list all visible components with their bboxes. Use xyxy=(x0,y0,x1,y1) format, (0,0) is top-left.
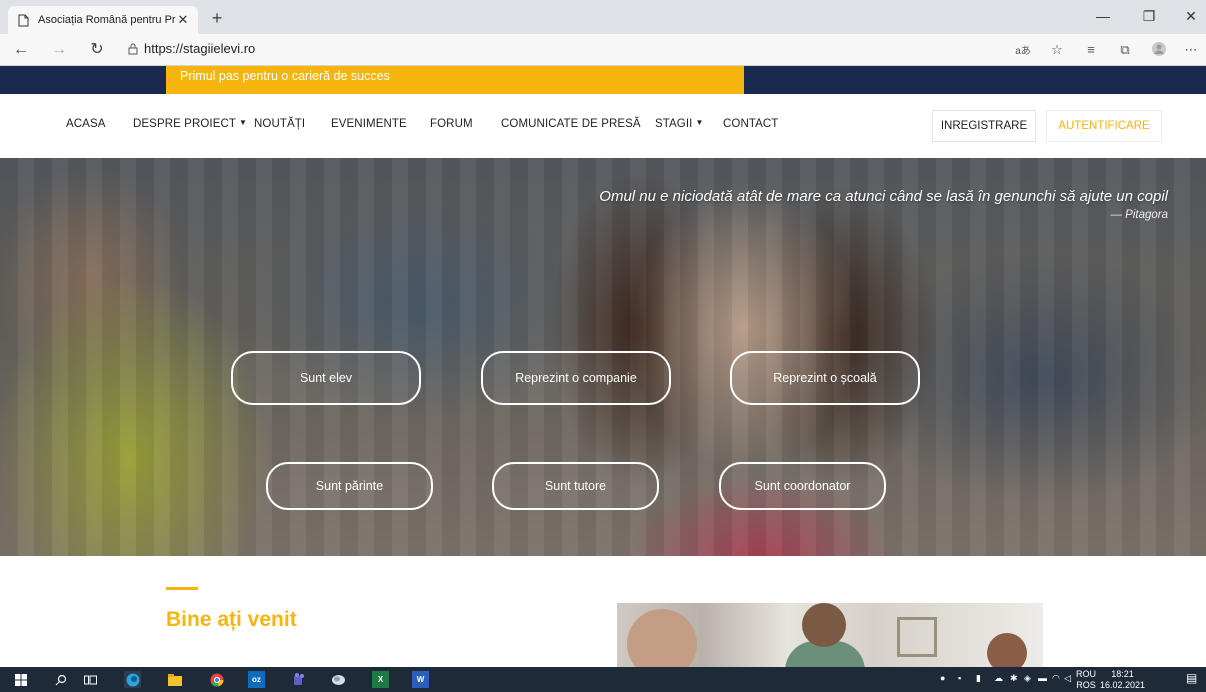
clock-time: 18:21 xyxy=(1111,669,1134,679)
tray-app-icon[interactable]: ▮ xyxy=(976,673,981,684)
notification-center-icon[interactable]: ▤ xyxy=(1186,671,1197,685)
browser-address-bar: ← → ↻ https://stagiielevi.ro aあ ☆ ≡ ⧉ ⋯ xyxy=(0,34,1206,66)
tray-wifi-icon[interactable]: ◠ xyxy=(1052,673,1060,684)
caret-down-icon: ▼ xyxy=(695,118,704,127)
windows-start-icon[interactable] xyxy=(12,671,29,688)
tray-teams-icon[interactable]: ● xyxy=(940,673,945,683)
site-tagline: Primul pas pentru o carieră de succes xyxy=(166,66,744,94)
hero-banner: Omul nu e niciodată atât de mare ca atun… xyxy=(0,158,1206,556)
close-window-icon[interactable]: ✕ xyxy=(1176,8,1206,25)
photo-frame xyxy=(897,617,937,657)
login-button[interactable]: AUTENTIFICARE xyxy=(1046,110,1162,142)
hero-quote: Omul nu e niciodată atât de mare ca atun… xyxy=(599,188,1168,221)
tray-outlook-icon[interactable]: ▪ xyxy=(958,673,961,683)
section-accent-line xyxy=(166,587,198,590)
register-button[interactable]: INREGISTRARE xyxy=(932,110,1036,142)
close-tab-icon[interactable]: ✕ xyxy=(176,12,190,28)
nav-evenimente[interactable]: EVENIMENTE xyxy=(331,118,407,130)
more-menu-icon[interactable]: ⋯ xyxy=(1180,42,1202,58)
role-button-tutore[interactable]: Sunt tutore xyxy=(492,462,659,510)
nav-stagii-label: STAGII xyxy=(655,118,693,130)
tray-onedrive-icon[interactable]: ☁ xyxy=(994,673,1003,684)
language-code: ROU xyxy=(1076,669,1096,679)
browser-tab-bar: Asociația Română pentru Promo ✕ + — ❐ ✕ xyxy=(0,0,1206,34)
url-field[interactable]: https://stagiielevi.ro xyxy=(128,41,255,56)
back-icon[interactable]: ← xyxy=(10,40,32,60)
favorites-list-icon[interactable]: ≡ xyxy=(1080,42,1102,57)
teams-icon[interactable] xyxy=(290,671,307,688)
nav-contact[interactable]: CONTACT xyxy=(723,118,778,130)
tray-volume-icon[interactable]: ◁ xyxy=(1064,673,1071,684)
clock-date: 16.02.2021 xyxy=(1100,680,1146,690)
browser-tab[interactable]: Asociația Română pentru Promo ✕ xyxy=(8,6,198,34)
file-explorer-icon[interactable] xyxy=(166,671,183,688)
tray-bluetooth-icon[interactable]: ✱ xyxy=(1010,673,1018,684)
forward-icon[interactable]: → xyxy=(48,40,70,60)
tray-battery-icon[interactable]: ▬ xyxy=(1038,673,1047,683)
search-icon[interactable] xyxy=(52,671,69,688)
quote-text: Omul nu e niciodată atât de mare ca atun… xyxy=(599,188,1168,205)
nav-forum[interactable]: FORUM xyxy=(430,118,473,130)
excel-icon[interactable]: X xyxy=(372,671,389,688)
welcome-photo xyxy=(617,603,1043,667)
photo-person xyxy=(987,633,1027,667)
nav-acasa[interactable]: ACASA xyxy=(66,118,106,130)
refresh-icon[interactable]: ↻ xyxy=(86,40,108,60)
task-view-icon[interactable] xyxy=(82,671,99,688)
outlook-icon[interactable]: oz xyxy=(248,671,265,688)
role-button-scoala[interactable]: Reprezint o școală xyxy=(730,351,920,405)
favorite-star-icon[interactable]: ☆ xyxy=(1046,42,1068,58)
keyboard-layout: ROS xyxy=(1076,680,1096,690)
edge-browser-icon[interactable] xyxy=(124,671,141,688)
minimize-icon[interactable]: — xyxy=(1088,8,1118,24)
input-language[interactable]: ROU ROS xyxy=(1076,669,1096,691)
role-button-coordonator[interactable]: Sunt coordonator xyxy=(719,462,886,510)
photo-person xyxy=(802,603,846,647)
photo-person xyxy=(627,609,697,667)
snipping-tool-icon[interactable] xyxy=(330,671,347,688)
welcome-heading: Bine ați venit xyxy=(166,608,297,631)
maximize-icon[interactable]: ❐ xyxy=(1134,8,1164,25)
role-button-companie[interactable]: Reprezint o companie xyxy=(481,351,671,405)
lock-icon xyxy=(128,43,138,55)
new-tab-button[interactable]: + xyxy=(206,8,228,28)
tray-network-icon[interactable]: ◈ xyxy=(1024,673,1031,684)
page-icon xyxy=(16,13,30,27)
read-aloud-icon[interactable]: aあ xyxy=(1012,42,1034,57)
nav-comunicate-de-presa[interactable]: COMUNICATE DE PRESĂ xyxy=(501,118,641,130)
system-clock[interactable]: 18:21 16.02.2021 xyxy=(1100,669,1145,691)
quote-author: — Pitagora xyxy=(1110,209,1168,221)
nav-noutati[interactable]: NOUTĂȚI xyxy=(254,118,305,130)
site-navigation: ACASA DESPRE PROIECT ▼ NOUTĂȚI EVENIMENTE… xyxy=(0,94,1206,158)
nav-despre-proiect[interactable]: DESPRE PROIECT ▼ xyxy=(133,118,247,130)
tab-title: Asociația Română pentru Promo xyxy=(38,14,176,26)
chrome-icon[interactable] xyxy=(208,671,225,688)
word-icon[interactable]: W xyxy=(412,671,429,688)
nav-stagii[interactable]: STAGII ▼ xyxy=(655,118,703,130)
collections-icon[interactable]: ⧉ xyxy=(1114,42,1136,58)
role-button-elev[interactable]: Sunt elev xyxy=(231,351,421,405)
role-button-parinte[interactable]: Sunt părinte xyxy=(266,462,433,510)
url-text: https://stagiielevi.ro xyxy=(144,41,256,56)
nav-despre-proiect-label: DESPRE PROIECT xyxy=(133,118,237,130)
caret-down-icon: ▼ xyxy=(239,118,248,127)
windows-taskbar: oz X W ● ▪ ▮ ☁ ✱ ◈ ▬ ◠ ◁ ROU ROS 18:21 1… xyxy=(0,667,1206,692)
profile-avatar-icon[interactable] xyxy=(1148,42,1170,59)
